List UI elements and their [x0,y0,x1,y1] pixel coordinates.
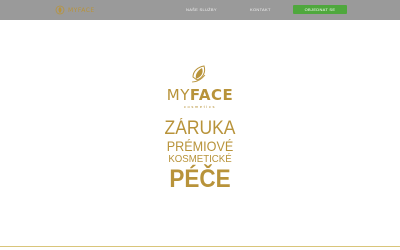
header-logo[interactable]: MYFACE [55,5,95,15]
tagline-line-3: KOSMETICKÉ [168,153,232,165]
bottom-divider [0,246,400,247]
brand-bold-text: FACE [189,86,234,104]
nav-link-contact[interactable]: Kontakt [250,7,271,12]
tagline-line-4: PÉČE [169,164,231,193]
tagline-line-2: PRÉMIOVÉ [166,138,234,154]
tagline-line-1: ZÁRUKA [164,118,236,139]
hero-section: MYFACE cosmetics ZÁRUKA PRÉMIOVÉ KOSMETI… [0,62,400,192]
brand-subtitle: cosmetics [183,104,217,109]
book-appointment-button[interactable]: Objednat se [293,5,347,14]
brand-light-text: MY [166,86,190,104]
leaf-emblem-icon [191,65,206,83]
nav-link-services[interactable]: Naše Služby [186,7,217,12]
logo-text: MYFACE [68,6,95,14]
top-navigation-bar: MYFACE Naše Služby Kontakt Objednat se [0,0,400,20]
leaf-logo-icon [55,5,65,15]
brand-wordmark: MYFACE [0,88,400,103]
